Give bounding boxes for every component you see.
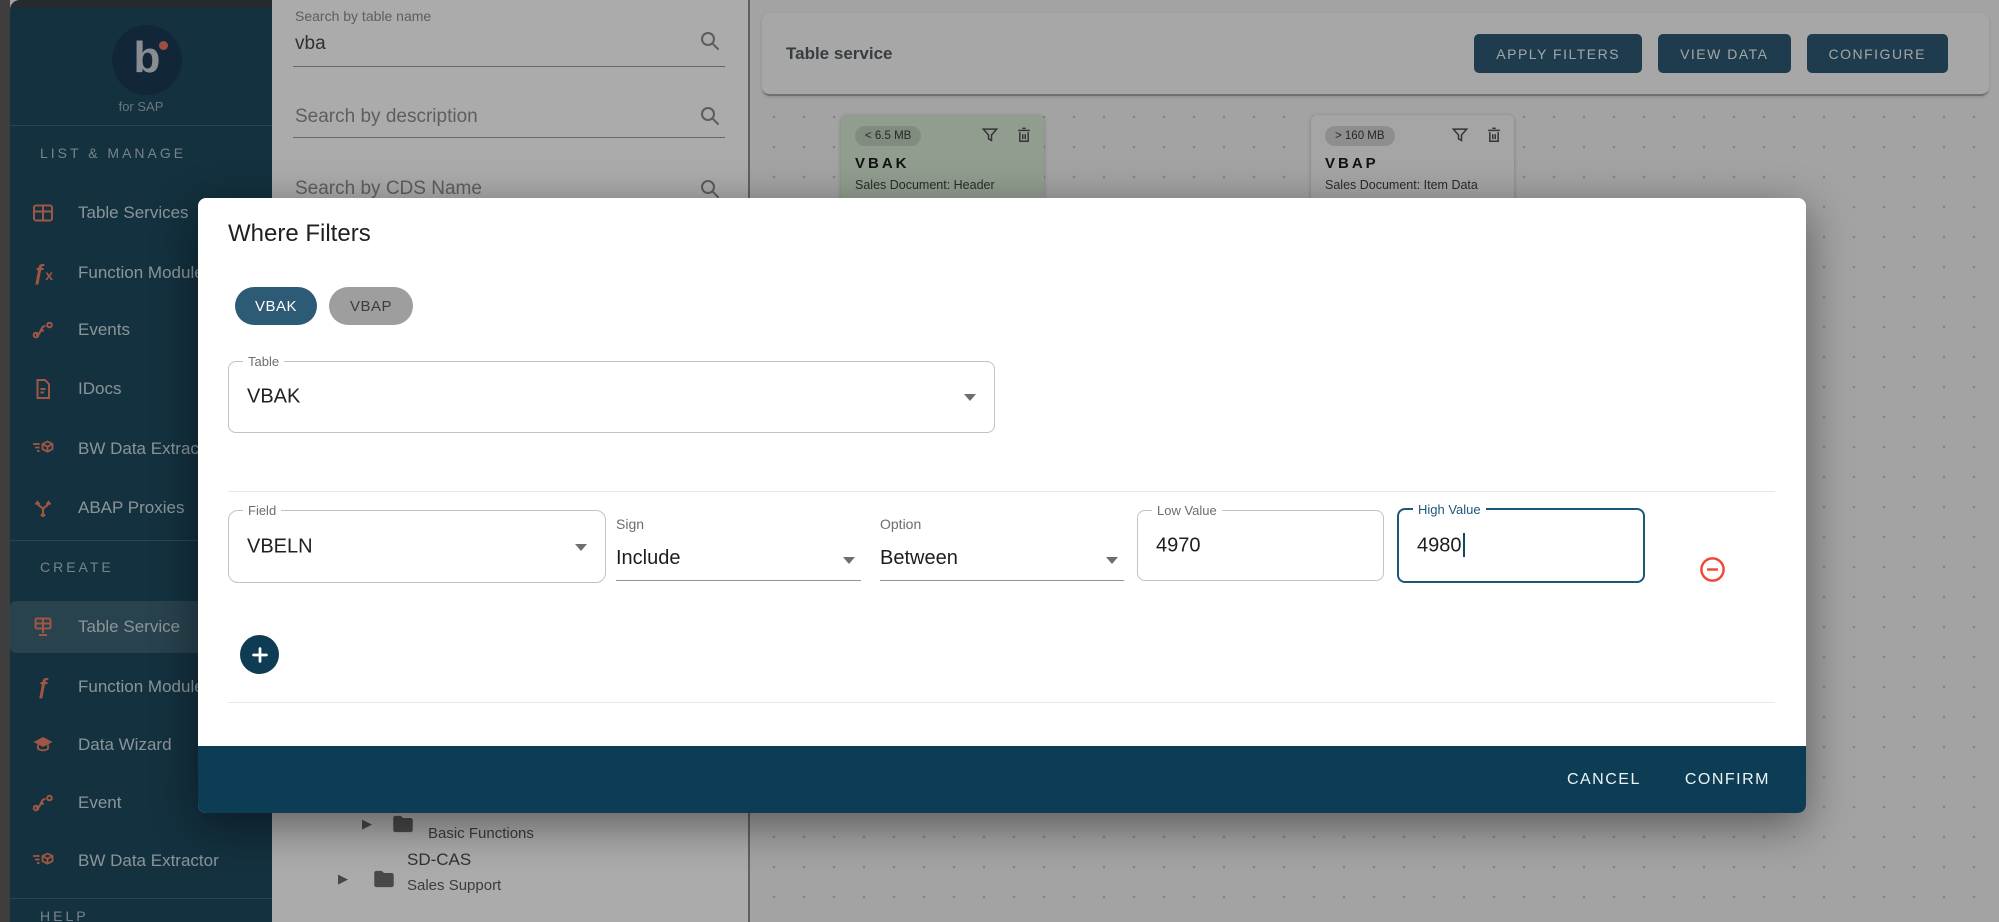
table-chip-vbap[interactable]: VBAP [329,287,413,325]
field-select-value: VBELN [247,535,313,558]
low-value-label: Low Value [1152,503,1222,518]
cancel-button[interactable]: CANCEL [1567,771,1641,789]
dialog-footer: CANCEL CONFIRM [198,746,1806,813]
dialog-title: Where Filters [228,220,371,248]
text-cursor [1463,533,1465,557]
where-filters-dialog: Where Filters VBAK VBAP Table VBAK Field… [198,198,1806,813]
option-select-value: Between [880,547,958,570]
dialog-divider [228,702,1775,703]
table-chip-vbak[interactable]: VBAK [235,287,317,325]
high-value-label: High Value [1413,502,1486,517]
chevron-down-icon [1106,557,1118,564]
app-screen: b for SAP LIST & MANAGE Table Services ƒ… [0,0,1999,922]
dialog-divider [228,491,1775,492]
high-value-input[interactable]: High Value 4980 [1397,508,1645,583]
confirm-button[interactable]: CONFIRM [1685,771,1770,789]
chevron-down-icon [964,394,976,401]
table-select[interactable]: Table VBAK [228,361,995,433]
field-select[interactable]: Field VBELN [228,510,606,583]
chevron-down-icon [843,557,855,564]
table-select-label: Table [243,354,284,369]
add-filter-row-button[interactable] [240,635,279,674]
table-select-value: VBAK [247,386,300,409]
low-value-input[interactable]: Low Value 4970 [1137,510,1384,581]
sign-select[interactable]: Sign Include [616,510,861,581]
chevron-down-icon [575,544,587,551]
remove-filter-row-button[interactable] [1698,555,1727,584]
field-select-label: Field [243,503,281,518]
low-value-text: 4970 [1156,534,1201,557]
option-select-label: Option [880,516,921,532]
high-value-text: 4980 [1417,534,1465,558]
sign-select-value: Include [616,547,681,570]
sign-select-label: Sign [616,516,644,532]
option-select[interactable]: Option Between [880,510,1124,581]
